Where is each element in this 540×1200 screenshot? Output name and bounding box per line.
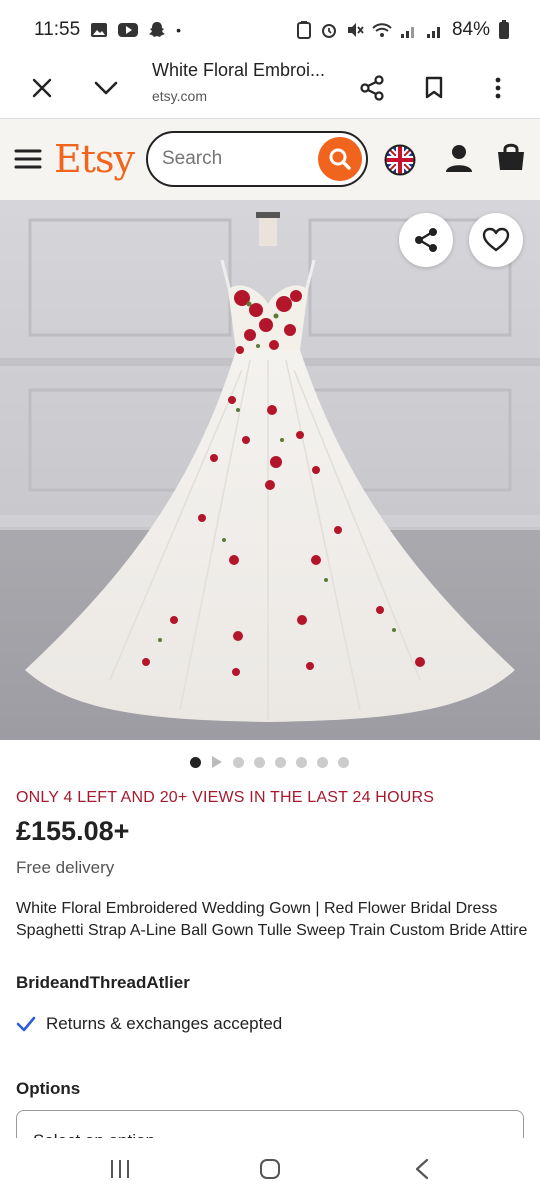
- image-dot[interactable]: [296, 756, 307, 768]
- options-heading: Options: [16, 1079, 81, 1098]
- basket-button[interactable]: [496, 141, 526, 173]
- hamburger-icon: [14, 149, 42, 169]
- status-time: 11:55: [34, 19, 81, 40]
- shopping-bag-icon: [498, 143, 524, 170]
- user-icon: [446, 145, 472, 172]
- etsy-header: Etsy: [0, 118, 540, 200]
- search-input[interactable]: [162, 145, 312, 173]
- checkmark-icon: [16, 1016, 36, 1032]
- close-icon: [32, 78, 52, 98]
- gallery-icon: [91, 23, 108, 37]
- status-bar: 11:55 • 84%: [0, 0, 540, 60]
- recent-apps-icon: [111, 1160, 129, 1178]
- image-dot[interactable]: [190, 756, 201, 768]
- snapchat-icon: [149, 22, 166, 37]
- image-carousel-indicators[interactable]: [190, 756, 349, 768]
- mute-icon: [347, 23, 364, 37]
- page-url[interactable]: etsy.com: [152, 88, 207, 104]
- price: £155.08+: [16, 816, 130, 846]
- etsy-logo[interactable]: Etsy: [54, 137, 135, 181]
- home-button[interactable]: [250, 1149, 290, 1189]
- more-vert-icon: [495, 77, 501, 99]
- search-bar[interactable]: [146, 131, 368, 187]
- collapse-button[interactable]: [92, 74, 120, 102]
- back-icon: [415, 1158, 429, 1180]
- dress-photo: [0, 200, 540, 740]
- delivery-info: Free delivery: [16, 858, 115, 877]
- favorite-button[interactable]: [469, 213, 523, 267]
- wifi-icon: [372, 23, 392, 37]
- battery-percent: 84%: [451, 19, 490, 40]
- share-icon: [360, 75, 384, 101]
- home-icon: [260, 1159, 280, 1179]
- image-dot[interactable]: [275, 756, 286, 768]
- page-title[interactable]: White Floral Embroi...: [152, 60, 325, 81]
- image-dot[interactable]: [338, 756, 349, 768]
- more-options-button[interactable]: [484, 74, 512, 102]
- returns-label: Returns & exchanges accepted: [46, 1014, 283, 1033]
- stock-urgency-text: ONLY 4 LEFT AND 20+ VIEWS IN THE LAST 24…: [16, 789, 435, 806]
- image-dot[interactable]: [254, 756, 265, 768]
- recent-apps-button[interactable]: [100, 1149, 140, 1189]
- youtube-icon: [118, 23, 139, 37]
- bookmark-button[interactable]: [420, 74, 448, 102]
- signal-icon: [400, 27, 414, 38]
- share-page-button[interactable]: [358, 74, 386, 102]
- back-button[interactable]: [402, 1149, 442, 1189]
- product-title: White Floral Embroidered Wedding Gown | …: [16, 900, 528, 939]
- product-image[interactable]: [0, 200, 540, 740]
- system-nav-bar: [0, 1138, 540, 1200]
- image-dot[interactable]: [317, 756, 328, 768]
- battery-icon: [499, 20, 509, 39]
- share-listing-button[interactable]: [399, 213, 453, 267]
- video-play-icon[interactable]: [211, 756, 223, 768]
- more-notifications-icon: •: [176, 22, 182, 38]
- search-icon: [329, 148, 351, 170]
- shop-name-link[interactable]: BrideandThreadAtlier: [16, 973, 190, 993]
- signal-2-icon: [426, 27, 440, 38]
- image-dot[interactable]: [233, 756, 244, 768]
- alarm-icon: [321, 24, 336, 38]
- returns-info: Returns & exchanges accepted: [16, 1014, 282, 1034]
- battery-saver-icon: [296, 21, 311, 39]
- uk-flag-icon: [384, 144, 416, 176]
- browser-toolbar: White Floral Embroi... etsy.com: [0, 60, 540, 118]
- bookmark-icon: [425, 76, 443, 99]
- menu-button[interactable]: [14, 147, 42, 171]
- region-button[interactable]: [384, 144, 416, 176]
- heart-icon: [482, 227, 510, 252]
- search-button[interactable]: [318, 137, 362, 181]
- account-button[interactable]: [444, 143, 474, 175]
- chevron-down-icon: [94, 81, 118, 95]
- share-icon: [415, 228, 437, 252]
- close-tab-button[interactable]: [28, 74, 56, 102]
